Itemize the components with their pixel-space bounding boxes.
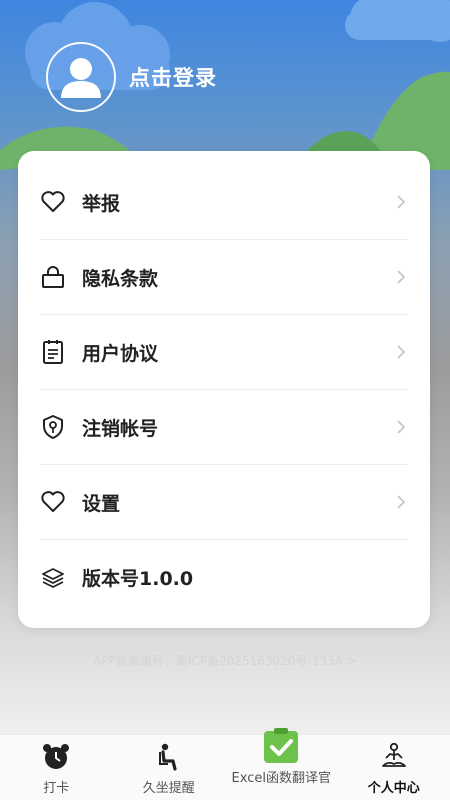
menu-item-label: 隐私条款 [82,267,159,290]
menu-item-label: 举报 [82,192,121,215]
user-icon [61,58,101,98]
chevron-right-icon [394,343,408,361]
shield-key-icon [40,414,66,440]
tab-excel-translator[interactable]: Excel函数翻译官 [225,728,338,800]
login-header[interactable]: 点击登录 [46,42,217,112]
menu-item-version: 版本号1.0.0 [40,540,408,615]
chevron-right-icon [394,418,408,436]
tab-sitting-reminder[interactable]: 久坐提醒 [113,735,226,800]
settings-menu-card: 举报 隐私条款 用户协议 注销帐号 设置 版本号1.0.0 [18,151,430,628]
tab-label: 久坐提醒 [142,781,195,796]
tab-checkin[interactable]: 打卡 [0,735,113,800]
menu-item-label: 用户协议 [82,342,159,365]
sitting-person-icon [153,741,185,773]
heart-icon [40,489,66,515]
chevron-right-icon [394,493,408,511]
chevron-right-icon [394,193,408,211]
menu-item-delete-account[interactable]: 注销帐号 [40,390,408,465]
bottom-tab-bar: 打卡 久坐提醒 Excel函数翻译官 个人中心 [0,728,450,800]
meditation-icon [378,741,410,773]
menu-item-settings[interactable]: 设置 [40,465,408,540]
menu-item-user-agreement[interactable]: 用户协议 [40,315,408,390]
tab-label: 个人中心 [367,781,420,796]
version-label: 版本号1.0.0 [82,568,194,590]
menu-item-report[interactable]: 举报 [40,165,408,240]
tab-label: Excel函数翻译官 [231,771,331,786]
lock-icon [40,264,66,290]
heart-icon [40,189,66,215]
login-label[interactable]: 点击登录 [129,62,217,92]
tab-profile[interactable]: 个人中心 [338,735,450,800]
chevron-right-icon [394,268,408,286]
icp-record-link[interactable]: APP备案编号：蜀ICP备2025163020号-133A > [0,652,450,669]
checkbox-icon [262,727,300,765]
menu-item-label: 注销帐号 [82,417,159,440]
layers-icon [40,565,66,591]
tab-label: 打卡 [43,781,70,796]
menu-item-privacy[interactable]: 隐私条款 [40,240,408,315]
clipboard-icon [40,339,66,365]
menu-item-label: 设置 [82,492,121,515]
avatar[interactable] [46,42,116,112]
alarm-clock-icon [40,741,72,773]
